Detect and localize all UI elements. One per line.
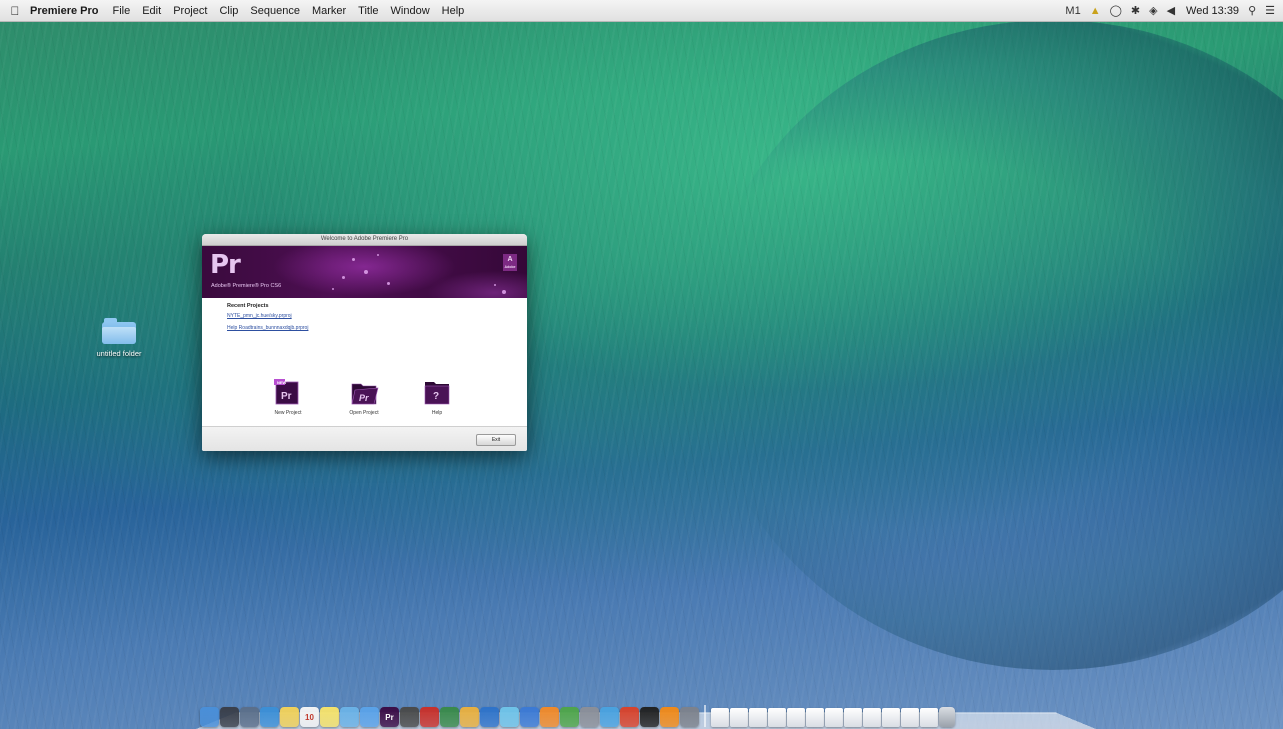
dock-safari-icon[interactable] <box>260 707 279 727</box>
dock-mission-control-icon[interactable] <box>240 707 259 727</box>
dock-app-red-icon[interactable] <box>420 707 439 727</box>
dialog-footer: Exit <box>202 426 527 451</box>
menu-file[interactable]: File <box>112 5 130 17</box>
adobe-logo-letter: A <box>507 256 513 263</box>
dock-document-icon[interactable] <box>806 708 824 727</box>
dock-vlc-icon[interactable] <box>660 707 679 727</box>
time-machine-icon[interactable]: ◯ <box>1110 4 1122 17</box>
desktop-folder[interactable]: untitled folder <box>90 318 148 358</box>
dock-document-icon[interactable] <box>730 708 748 727</box>
dock-app-sky-icon[interactable] <box>600 707 619 727</box>
apple-icon[interactable]:  <box>4 4 26 18</box>
open-project-glyph: Pr <box>359 393 369 403</box>
dock-document-icon[interactable] <box>901 708 919 727</box>
wifi-icon[interactable]: ◈ <box>1149 4 1157 17</box>
dock-app-green-icon[interactable] <box>440 707 459 727</box>
product-name: Adobe® Premiere® Pro CS6 <box>211 283 282 289</box>
menu-title[interactable]: Title <box>358 5 378 17</box>
status-text[interactable]: M1 <box>1065 5 1080 17</box>
dock-camera-icon[interactable] <box>400 707 419 727</box>
new-project-icon: NEW Pr <box>273 378 303 406</box>
dock-separator <box>704 705 706 727</box>
menu-bar:  Premiere Pro File Edit Project Clip Se… <box>0 0 1283 22</box>
adobe-logo-sub: Adobe <box>504 265 516 269</box>
help-label: Help <box>431 410 443 416</box>
clock[interactable]: Wed 13:39 <box>1186 5 1239 17</box>
dock-document-icon[interactable] <box>787 708 805 727</box>
help-glyph: ? <box>433 391 439 402</box>
dock-premiere-pro-icon[interactable]: Pr <box>380 707 399 727</box>
menu-sequence[interactable]: Sequence <box>250 5 300 17</box>
dock-calendar-icon[interactable]: 10 <box>300 707 319 727</box>
dock-app-chrome-icon[interactable] <box>560 707 579 727</box>
dock-app-gray-icon[interactable] <box>680 707 699 727</box>
menu-project[interactable]: Project <box>173 5 207 17</box>
open-project-label: Open Project <box>349 410 379 416</box>
recent-project-link[interactable]: Help Roadtrains_bunnnaxdqjb.prproj <box>227 325 308 331</box>
dock-document-icon[interactable] <box>882 708 900 727</box>
recent-project-link[interactable]: NYTE_pmn_jc.hue/sky.prproj <box>227 313 292 319</box>
dock-finder-icon[interactable] <box>200 707 219 727</box>
dock-document-icon[interactable] <box>749 708 767 727</box>
menu-window[interactable]: Window <box>391 5 430 17</box>
new-project-label: New Project <box>274 410 302 416</box>
new-project-glyph: Pr <box>281 391 292 402</box>
open-project-icon: Pr <box>349 378 379 406</box>
dock-app-orange-icon[interactable] <box>540 707 559 727</box>
desktop-screen:  Premiere Pro File Edit Project Clip Se… <box>0 0 1283 729</box>
dock-document-icon[interactable] <box>920 708 938 727</box>
new-project-button[interactable]: NEW Pr New Project <box>263 378 313 416</box>
drive-icon[interactable]: ▲ <box>1090 5 1101 17</box>
dock-terminal-icon[interactable] <box>640 707 659 727</box>
spotlight-icon[interactable]: ⚲ <box>1248 4 1256 17</box>
dock-document-icon[interactable] <box>825 708 843 727</box>
wallpaper-texture <box>0 0 1283 729</box>
recent-projects-heading: Recent Projects <box>227 303 269 309</box>
dock-stickies-icon[interactable] <box>320 707 339 727</box>
dock-dashboard-icon[interactable] <box>220 707 239 727</box>
dock-finder-2-icon[interactable] <box>360 707 379 727</box>
dock-app-pencil-icon[interactable] <box>460 707 479 727</box>
wallpaper-wave <box>703 20 1283 670</box>
menu-marker[interactable]: Marker <box>312 5 346 17</box>
dock: 10 Pr <box>196 700 1096 729</box>
menu-help[interactable]: Help <box>442 5 465 17</box>
premiere-logo: Pr <box>210 250 241 280</box>
help-icon: ? <box>422 378 452 406</box>
dock-preview-icon[interactable] <box>340 707 359 727</box>
dock-app-itunes-icon[interactable] <box>520 707 539 727</box>
welcome-dialog: Welcome to Adobe Premiere Pro Pr Adobe® … <box>202 234 527 451</box>
status-area: M1 ▲ ◯ ✱ ◈ ◀ Wed 13:39 ⚲ ☰ <box>1065 4 1283 18</box>
open-project-button[interactable]: Pr Open Project <box>339 378 389 416</box>
help-button[interactable]: ? Help <box>412 378 462 416</box>
folder-icon <box>102 318 136 344</box>
dock-document-icon[interactable] <box>711 708 729 727</box>
new-badge: NEW <box>277 380 287 385</box>
dock-document-icon[interactable] <box>863 708 881 727</box>
volume-icon[interactable]: ◀ <box>1167 4 1175 17</box>
dock-document-icon[interactable] <box>768 708 786 727</box>
dock-trash-icon[interactable] <box>939 707 955 727</box>
exit-button[interactable]: Exit <box>476 434 516 446</box>
dock-document-icon[interactable] <box>844 708 862 727</box>
bluetooth-icon[interactable]: ✱ <box>1131 4 1140 17</box>
window-title[interactable]: Welcome to Adobe Premiere Pro <box>202 234 527 246</box>
dock-notes-icon[interactable] <box>280 707 299 727</box>
menu-clip[interactable]: Clip <box>219 5 238 17</box>
dock-app-blue-icon[interactable] <box>480 707 499 727</box>
welcome-body: Recent Projects NYTE_pmn_jc.hue/sky.prpr… <box>202 298 527 428</box>
dock-icons: 10 Pr <box>200 705 955 727</box>
adobe-logo-icon: A Adobe <box>503 254 517 271</box>
dock-app-photo-icon[interactable] <box>580 707 599 727</box>
menu-edit[interactable]: Edit <box>142 5 161 17</box>
dock-app-red2-icon[interactable] <box>620 707 639 727</box>
notification-center-icon[interactable]: ☰ <box>1265 4 1275 17</box>
app-menu[interactable]: Premiere Pro <box>30 5 98 17</box>
dock-app-cyan-icon[interactable] <box>500 707 519 727</box>
splash-banner: Pr Adobe® Premiere® Pro CS6 A Adobe <box>202 246 527 298</box>
folder-label: untitled folder <box>96 349 142 358</box>
